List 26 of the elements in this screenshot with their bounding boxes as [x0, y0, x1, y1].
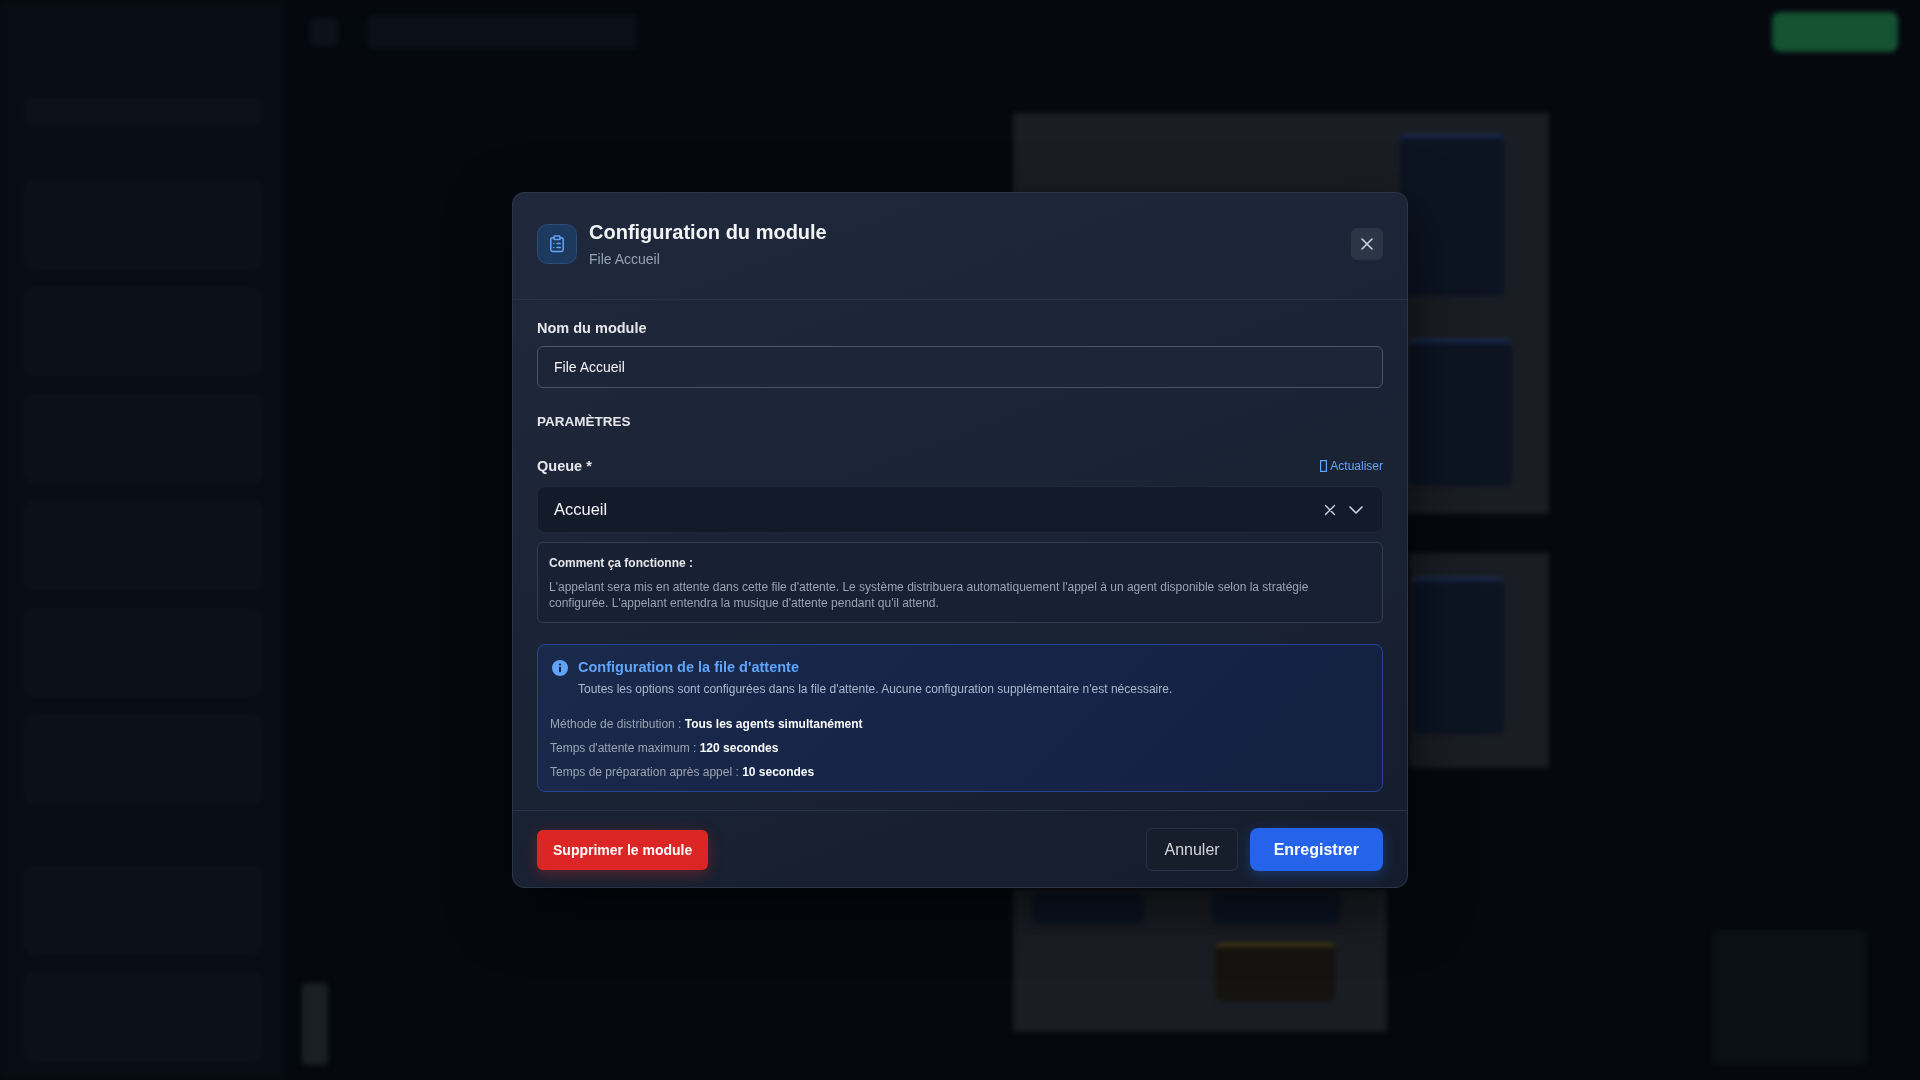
help-text: L'appelant sera mis en attente dans cette file d'attente. Le système distribuera automatiquement l'appel à un agent disponible selon la stratégie configurée. L'appelant entendra la musique d'attente pendant qu'il attend.: [549, 579, 1310, 611]
detail-line: Temps d'attente maximum : 120 secondes: [550, 740, 780, 756]
cancel-button[interactable]: Annuler: [1146, 828, 1238, 871]
close-icon: [1359, 236, 1375, 252]
detail-line: Méthode de distribution : Tous les agents simultanément: [550, 716, 864, 732]
clipboard-icon: [537, 224, 577, 264]
info-title: Configuration de la file d'attente: [578, 658, 800, 677]
dialog-subtitle: File Accueil: [589, 250, 661, 269]
help-title: Comment ça fonctionne :: [549, 555, 694, 571]
delete-button[interactable]: Supprimer le module: [537, 829, 709, 870]
module-name-input[interactable]: File Accueil: [537, 346, 1383, 388]
info-text: Toutes les options sont configurées dans la file d'attente. Aucune configuration supplémentaire n'est nécessaire.: [578, 681, 1173, 697]
section-heading: PARAMÈTRES: [537, 413, 632, 431]
detail-line: Temps de préparation après appel : 10 secondes: [550, 764, 816, 780]
clear-icon[interactable]: [1324, 503, 1336, 516]
info-icon: [552, 660, 568, 676]
save-button[interactable]: Enregistrer: [1249, 828, 1383, 871]
queue-select[interactable]: Accueil: [537, 486, 1383, 533]
dialog-title: Configuration du module: [589, 220, 827, 245]
close-button[interactable]: [1351, 228, 1383, 260]
field-label: Queue *: [537, 457, 592, 476]
box-glyph-icon: [1320, 460, 1328, 472]
chevron-down-icon: [1349, 505, 1363, 514]
field-label: Nom du module: [537, 319, 648, 338]
toolbar-button[interactable]: [1772, 12, 1898, 52]
refresh-link[interactable]: Actualiser: [1320, 458, 1383, 474]
